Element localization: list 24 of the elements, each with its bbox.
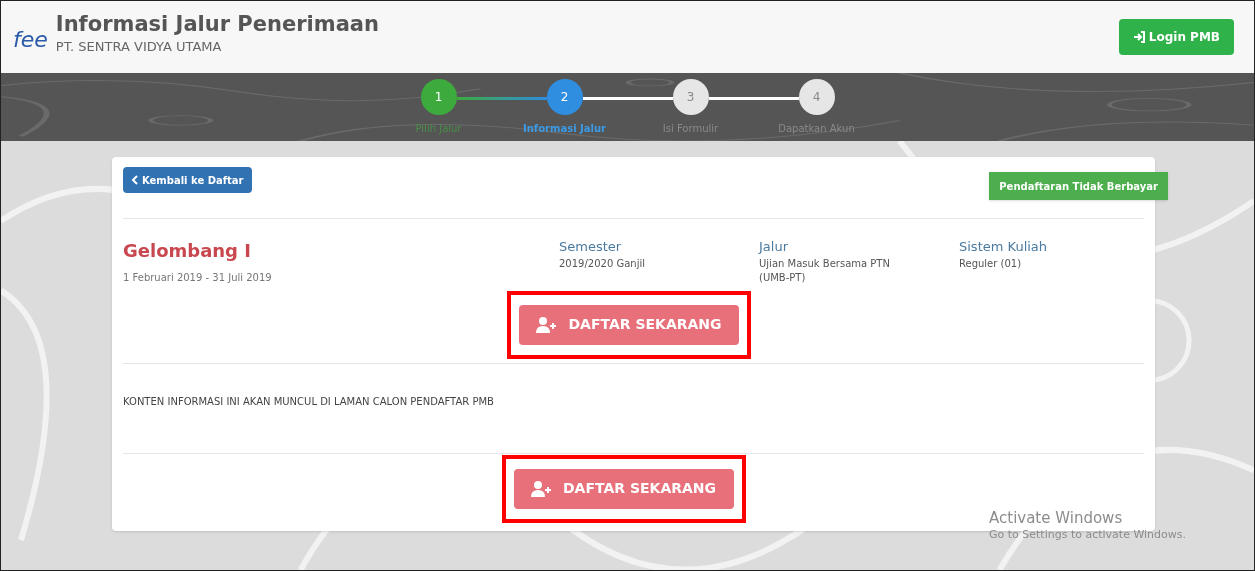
- detail-label: Jalur: [759, 238, 789, 256]
- detail-value: Reguler (01): [959, 256, 1023, 271]
- activation-title: Activate Windows: [989, 509, 1124, 527]
- login-button[interactable]: Login PMB: [1118, 19, 1234, 55]
- back-button[interactable]: Kembali ke Daftar: [123, 167, 252, 193]
- logo: fee: [13, 26, 48, 54]
- chevron-left-icon: [131, 175, 138, 185]
- detail-label: Semester: [559, 238, 623, 256]
- info-text: KONTEN INFORMASI INI AKAN MUNCUL DI LAMAN CALON PENDAFTAR PMB: [123, 395, 494, 407]
- page-title: Informasi Jalur Penerimaan: [55, 11, 379, 37]
- detail-value: Ujian Masuk Bersama PTN (UMB-PT): [759, 256, 891, 285]
- register-button[interactable]: DAFTAR SEKARANG: [519, 304, 739, 345]
- step-label: Informasi Jalur: [523, 122, 606, 136]
- register-button[interactable]: DAFTAR SEKARANG: [513, 468, 734, 509]
- detail-label: Sistem Kuliah: [959, 238, 1049, 256]
- payment-badge: Pendaftaran Tidak Berbayar: [989, 172, 1168, 200]
- detail-value: 2019/2020 Ganjil: [559, 256, 646, 271]
- activation-text: Go to Settings to activate Windows.: [989, 527, 1187, 543]
- add-user-icon: [536, 316, 557, 333]
- wave-dates: 1 Februari 2019 - 31 Juli 2019: [123, 271, 273, 285]
- wave-title: Gelombang I: [123, 239, 252, 263]
- login-icon: [1132, 31, 1145, 43]
- add-user-icon: [530, 480, 551, 497]
- company-name: PT. SENTRA VIDYA UTAMA: [55, 38, 223, 56]
